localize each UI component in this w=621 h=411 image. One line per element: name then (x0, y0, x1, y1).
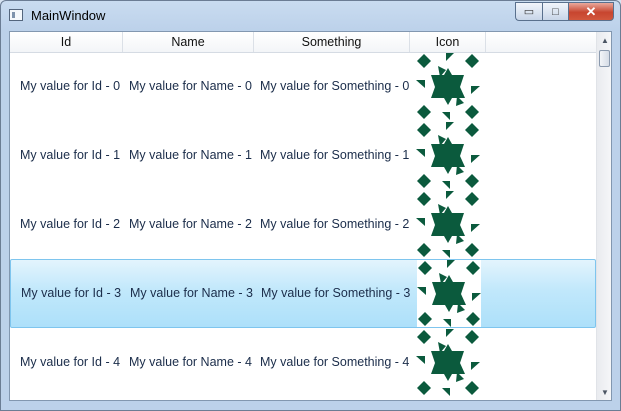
cell-something: My value for Something - 2 (260, 217, 410, 231)
cell-name: My value for Name - 4 (129, 355, 252, 369)
star-pattern-icon (417, 260, 481, 327)
star-pattern-icon (416, 53, 480, 120)
list-row[interactable]: My value for Id - 4 My value for Name - … (10, 328, 596, 397)
column-header-icon[interactable]: Icon (410, 32, 486, 52)
cell-id: My value for Id - 1 (20, 148, 121, 162)
list-row[interactable]: My value for Id - 1 My value for Name - … (10, 121, 596, 190)
cell-name: My value for Name - 2 (129, 217, 252, 231)
app-window-icon[interactable] (9, 9, 23, 21)
minimize-button[interactable]: ▭ (515, 2, 542, 21)
cell-name: My value for Name - 0 (129, 79, 252, 93)
list-rows: My value for Id - 0 My value for Name - … (10, 52, 596, 400)
cell-something: My value for Something - 3 (261, 286, 411, 300)
cell-id: My value for Id - 0 (20, 79, 121, 93)
title-bar[interactable]: MainWindow ▭ □ ✕ (1, 1, 620, 31)
list-view[interactable]: Id Name Something Icon My value for Id -… (9, 31, 612, 401)
cell-name: My value for Name - 1 (129, 148, 252, 162)
column-header-row: Id Name Something Icon (10, 32, 596, 53)
scroll-down-arrow-icon[interactable]: ▼ (597, 384, 611, 400)
list-row[interactable]: My value for Id - 2 My value for Name - … (10, 190, 596, 259)
cell-id: My value for Id - 3 (21, 286, 122, 300)
cell-id: My value for Id - 4 (20, 355, 121, 369)
cell-something: My value for Something - 4 (260, 355, 410, 369)
list-row[interactable]: My value for Id - 3 My value for Name - … (10, 259, 596, 328)
caption-buttons: ▭ □ ✕ (515, 2, 614, 21)
cell-something: My value for Something - 0 (260, 79, 410, 93)
column-header-name[interactable]: Name (123, 32, 254, 52)
cell-something: My value for Something - 1 (260, 148, 410, 162)
vertical-scrollbar[interactable]: ▲ ▼ (596, 32, 611, 400)
close-button[interactable]: ✕ (568, 2, 614, 21)
window-title: MainWindow (31, 8, 106, 23)
column-header-something[interactable]: Something (254, 32, 410, 52)
star-pattern-icon (416, 329, 480, 396)
star-pattern-icon (416, 191, 480, 258)
maximize-button[interactable]: □ (542, 2, 568, 21)
star-pattern-icon (416, 122, 480, 189)
scrollbar-thumb[interactable] (599, 50, 610, 67)
cell-name: My value for Name - 3 (130, 286, 253, 300)
list-row[interactable]: My value for Id - 0 My value for Name - … (10, 52, 596, 121)
scroll-up-arrow-icon[interactable]: ▲ (597, 32, 611, 49)
column-header-id[interactable]: Id (10, 32, 123, 52)
main-window: MainWindow ▭ □ ✕ Id Name Something Icon … (0, 0, 621, 411)
cell-id: My value for Id - 2 (20, 217, 121, 231)
